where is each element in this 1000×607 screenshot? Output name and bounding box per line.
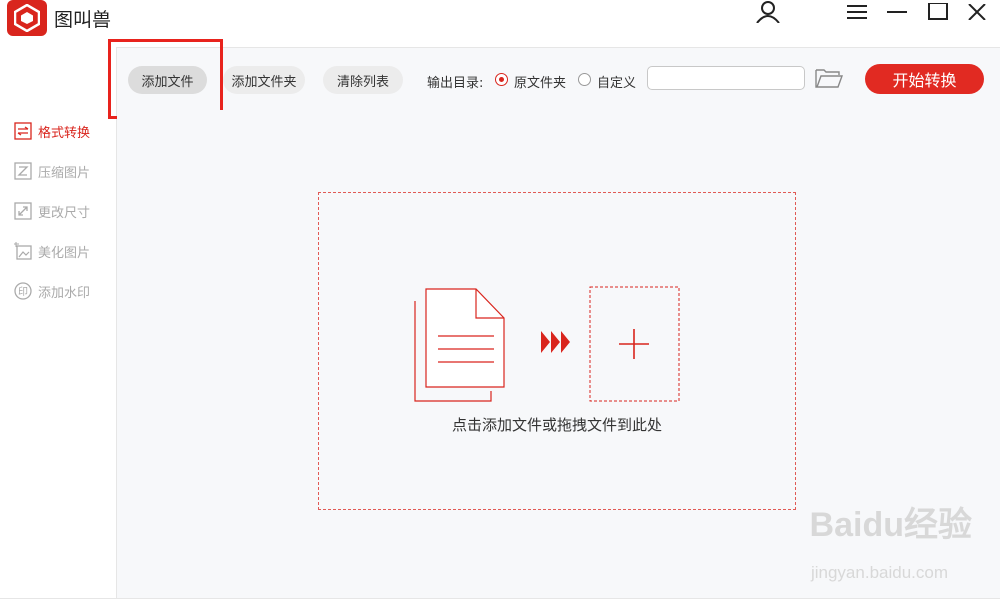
resize-icon xyxy=(14,202,32,220)
highlight-box xyxy=(108,39,223,119)
compress-icon xyxy=(14,162,32,180)
arrow-forward-icon xyxy=(541,331,570,353)
output-dir-label: 输出目录: xyxy=(427,76,484,91)
start-convert-button[interactable]: 开始转换 xyxy=(865,64,984,94)
beautify-icon xyxy=(14,242,32,260)
minimize-icon[interactable] xyxy=(884,0,910,24)
sidebar: 格式转换 压缩图片 更改尺寸 美化图片 印 添加水印 xyxy=(0,47,117,606)
radio-custom-label: 自定义 xyxy=(597,76,637,91)
svg-text:印: 印 xyxy=(18,286,28,298)
sidebar-item-label: 压缩图片 xyxy=(38,165,91,181)
baidu-watermark-url: jingyan.baidu.com xyxy=(810,563,948,582)
folder-open-icon[interactable] xyxy=(815,67,843,93)
swap-icon xyxy=(14,122,32,140)
radio-custom-folder[interactable] xyxy=(578,73,591,86)
output-path-input[interactable] xyxy=(647,66,805,90)
radio-original-folder[interactable] xyxy=(495,73,508,86)
sidebar-item-label: 美化图片 xyxy=(38,245,91,261)
drop-zone[interactable]: 点击添加文件或拖拽文件到此处 xyxy=(318,192,796,510)
sidebar-item-label: 格式转换 xyxy=(38,125,91,141)
sidebar-item-format-convert[interactable]: 格式转换 xyxy=(14,121,90,141)
sidebar-item-label: 更改尺寸 xyxy=(38,205,91,221)
toolbar: 添加文件 添加文件夹 清除列表 输出目录: 原文件夹 自定义 开始转换 xyxy=(117,47,1000,111)
baidu-watermark: Baidu经验 xyxy=(809,506,972,544)
user-icon[interactable] xyxy=(754,0,782,24)
drop-zone-hint: 点击添加文件或拖拽文件到此处 xyxy=(451,416,662,434)
app-title: 图叫兽 xyxy=(54,9,112,31)
sidebar-item-beautify[interactable]: 美化图片 xyxy=(14,241,90,261)
file-to-add-illustration xyxy=(414,286,680,402)
sidebar-item-watermark[interactable]: 印 添加水印 xyxy=(14,281,90,301)
sidebar-item-label: 添加水印 xyxy=(38,285,91,301)
logo-icon xyxy=(14,4,40,32)
add-folder-button[interactable]: 添加文件夹 xyxy=(223,66,305,94)
app-logo xyxy=(7,0,47,36)
clear-list-button[interactable]: 清除列表 xyxy=(323,66,403,94)
sidebar-item-resize[interactable]: 更改尺寸 xyxy=(14,201,90,221)
plus-icon xyxy=(619,329,649,359)
watermark-icon: 印 xyxy=(14,282,32,300)
close-icon[interactable] xyxy=(964,0,990,24)
maximize-icon[interactable] xyxy=(925,0,951,24)
menu-icon[interactable] xyxy=(844,0,870,24)
radio-original-label: 原文件夹 xyxy=(514,76,567,91)
sidebar-item-compress[interactable]: 压缩图片 xyxy=(14,161,90,181)
